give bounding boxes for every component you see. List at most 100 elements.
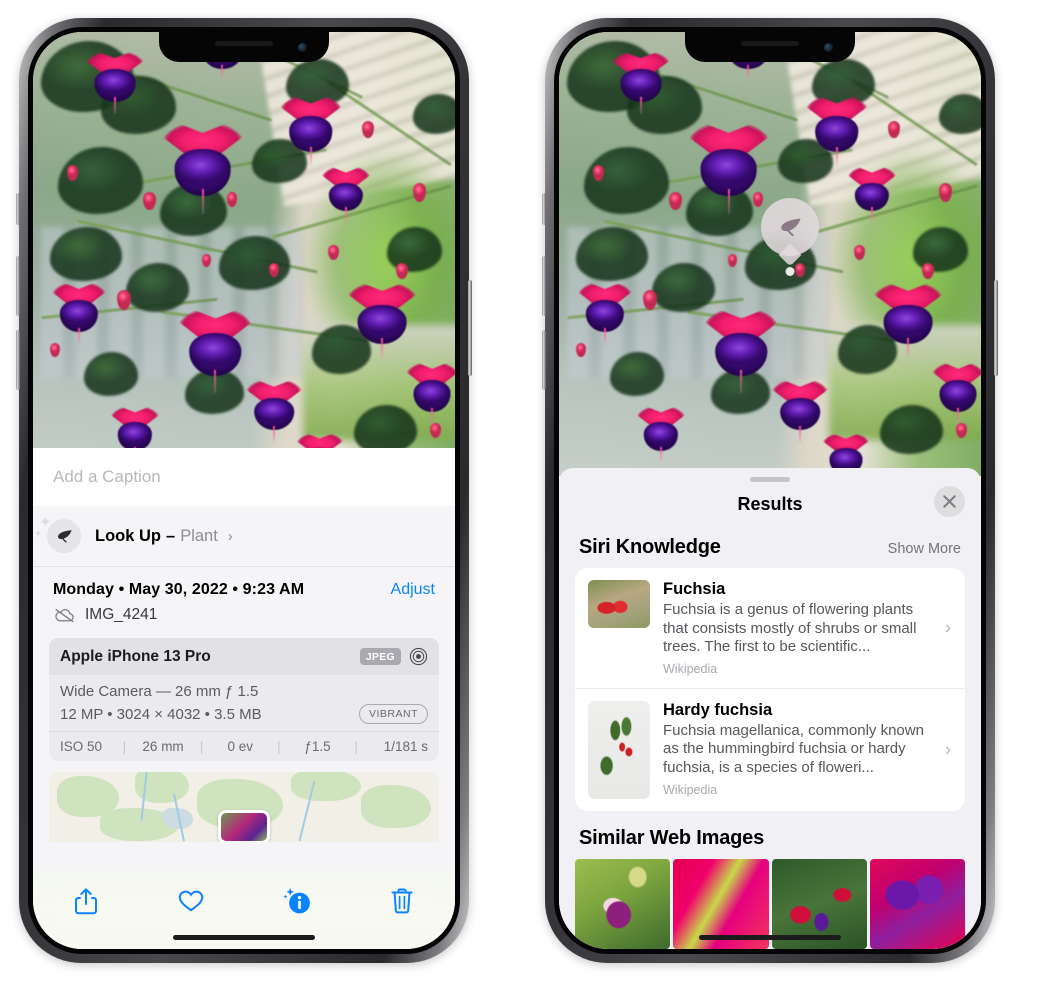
fuchsia-flower	[159, 120, 246, 214]
specs-row: 12 MP • 3024 × 4032 • 3.5 MB VIBRANT	[60, 704, 428, 724]
fuchsia-flower	[83, 49, 146, 115]
sparkle-icon: ✦	[39, 514, 52, 531]
visual-lookup-badge[interactable]	[761, 198, 819, 267]
chevron-right-icon: ›	[945, 739, 951, 760]
fuchsia-flower	[176, 307, 255, 394]
knowledge-item[interactable]: Hardy fuchsia Fuchsia magellanica, commo…	[575, 687, 965, 811]
stamen	[309, 146, 312, 166]
exif-row: ISO 50 | 26 mm | 0 ev | ƒ1.5 | 1/181 s	[49, 731, 439, 761]
stamen	[113, 96, 116, 115]
delete-button[interactable]	[380, 884, 424, 918]
volume-up-button[interactable]	[16, 256, 20, 316]
camera-body: Wide Camera — 26 mm ƒ 1.5 12 MP • 3024 ×…	[49, 675, 439, 731]
format-badge: JPEG	[359, 648, 401, 665]
stamen	[835, 146, 838, 166]
metadata-block: Monday • May 30, 2022 • 9:23 AM Adjust I…	[33, 567, 455, 634]
info-button[interactable]	[275, 884, 319, 918]
stamen	[799, 425, 801, 443]
left-phone-bezel: Add a Caption ✦ ✦ Look Up – Plant › Mond…	[28, 27, 460, 954]
leaf-glyph	[57, 529, 72, 543]
flower-bud	[412, 182, 426, 202]
photo-viewer[interactable]	[33, 32, 455, 476]
stamen	[344, 207, 347, 223]
fuchsia-flower	[770, 378, 830, 443]
stamen	[747, 65, 750, 81]
exif-focal: 26 mm	[142, 739, 184, 754]
volume-down-button[interactable]	[542, 330, 546, 390]
knowledge-item[interactable]: Fuchsia Fuchsia is a genus of flowering …	[575, 568, 965, 688]
close-icon	[943, 495, 956, 508]
leaf-cluster	[83, 351, 139, 397]
caption-placeholder: Add a Caption	[53, 467, 161, 486]
adjust-button[interactable]: Adjust	[391, 581, 435, 599]
camera-device-name: Apple iPhone 13 Pro	[60, 647, 211, 665]
image-specs: 12 MP • 3024 × 4032 • 3.5 MB	[60, 705, 262, 723]
fuchsia-flower	[702, 307, 781, 394]
fuchsia-flower	[634, 404, 687, 463]
screenshot-stage: Add a Caption ✦ ✦ Look Up – Plant › Mond…	[0, 0, 1055, 985]
right-phone-screen: Results Siri Knowledge Show More Fuchsia…	[559, 32, 981, 949]
home-indicator[interactable]	[699, 935, 841, 940]
web-image-1[interactable]	[575, 858, 671, 949]
home-indicator[interactable]	[173, 935, 315, 940]
look-up-row[interactable]: ✦ ✦ Look Up – Plant ›	[33, 506, 455, 567]
aperture-icon	[409, 647, 428, 666]
fuchsia-flower	[319, 165, 372, 223]
stamen	[957, 407, 960, 426]
map-green-area	[290, 772, 361, 802]
flower-bud	[727, 254, 737, 267]
knowledge-text: Hardy fuchsia Fuchsia magellanica, commo…	[663, 701, 953, 797]
stamen	[603, 327, 606, 346]
knowledge-description: Fuchsia magellanica, commonly known as t…	[663, 721, 924, 776]
photo-filename: IMG_4241	[85, 606, 158, 623]
close-button[interactable]	[934, 486, 965, 517]
right-phone-device: Results Siri Knowledge Show More Fuchsia…	[542, 18, 998, 963]
exif-ev: 0 ev	[227, 739, 254, 754]
left-phone-device: Add a Caption ✦ ✦ Look Up – Plant › Mond…	[16, 18, 472, 963]
earpiece-speaker	[215, 41, 273, 46]
results-sheet: Results Siri Knowledge Show More Fuchsia…	[559, 468, 981, 949]
stamen	[431, 407, 434, 426]
camera-info-card: Apple iPhone 13 Pro JPEG Wide Camera — 2…	[49, 638, 439, 761]
leaf-cluster	[387, 227, 443, 272]
location-map[interactable]	[49, 772, 439, 842]
cloud-slash-icon	[55, 609, 74, 623]
fuchsia-flower	[575, 280, 634, 346]
fuchsia-flower	[930, 360, 981, 426]
stamen	[381, 338, 384, 360]
flower-bud	[938, 182, 952, 202]
favorite-button[interactable]	[169, 884, 213, 918]
silent-switch[interactable]	[542, 193, 546, 225]
power-button[interactable]	[994, 280, 998, 376]
volume-down-button[interactable]	[16, 330, 20, 390]
look-up-dash: –	[166, 526, 176, 545]
flower-bud	[142, 191, 156, 210]
fuchsia-flower	[244, 378, 304, 443]
caption-field[interactable]: Add a Caption	[33, 448, 455, 506]
sparkle-small-icon: ✦	[34, 529, 43, 540]
share-button[interactable]	[64, 884, 108, 918]
photo-info-sheet: Add a Caption ✦ ✦ Look Up – Plant › Mond…	[33, 448, 455, 949]
look-up-value: Plant	[180, 526, 218, 545]
photo-viewer[interactable]	[559, 32, 981, 476]
silent-switch[interactable]	[16, 193, 20, 225]
web-image-4[interactable]	[869, 858, 965, 949]
camera-header-right: JPEG	[359, 647, 428, 666]
volume-up-button[interactable]	[542, 256, 546, 316]
leaf-cluster	[651, 262, 716, 312]
stamen	[273, 425, 275, 443]
lens-info: Wide Camera — 26 mm ƒ 1.5	[60, 683, 259, 700]
flower-bud	[575, 342, 586, 357]
power-button[interactable]	[468, 280, 472, 376]
stamen	[221, 65, 224, 81]
show-more-button[interactable]: Show More	[888, 541, 961, 557]
exif-shutter: 1/181 s	[383, 739, 428, 754]
heart-icon	[179, 890, 204, 912]
map-photo-pin[interactable]	[218, 810, 270, 842]
leaf-cluster	[49, 227, 122, 281]
map-green-area	[361, 784, 432, 828]
flower-bud	[49, 342, 60, 357]
share-icon	[74, 887, 97, 914]
leaf-cluster	[575, 227, 648, 281]
stamen	[214, 370, 217, 394]
